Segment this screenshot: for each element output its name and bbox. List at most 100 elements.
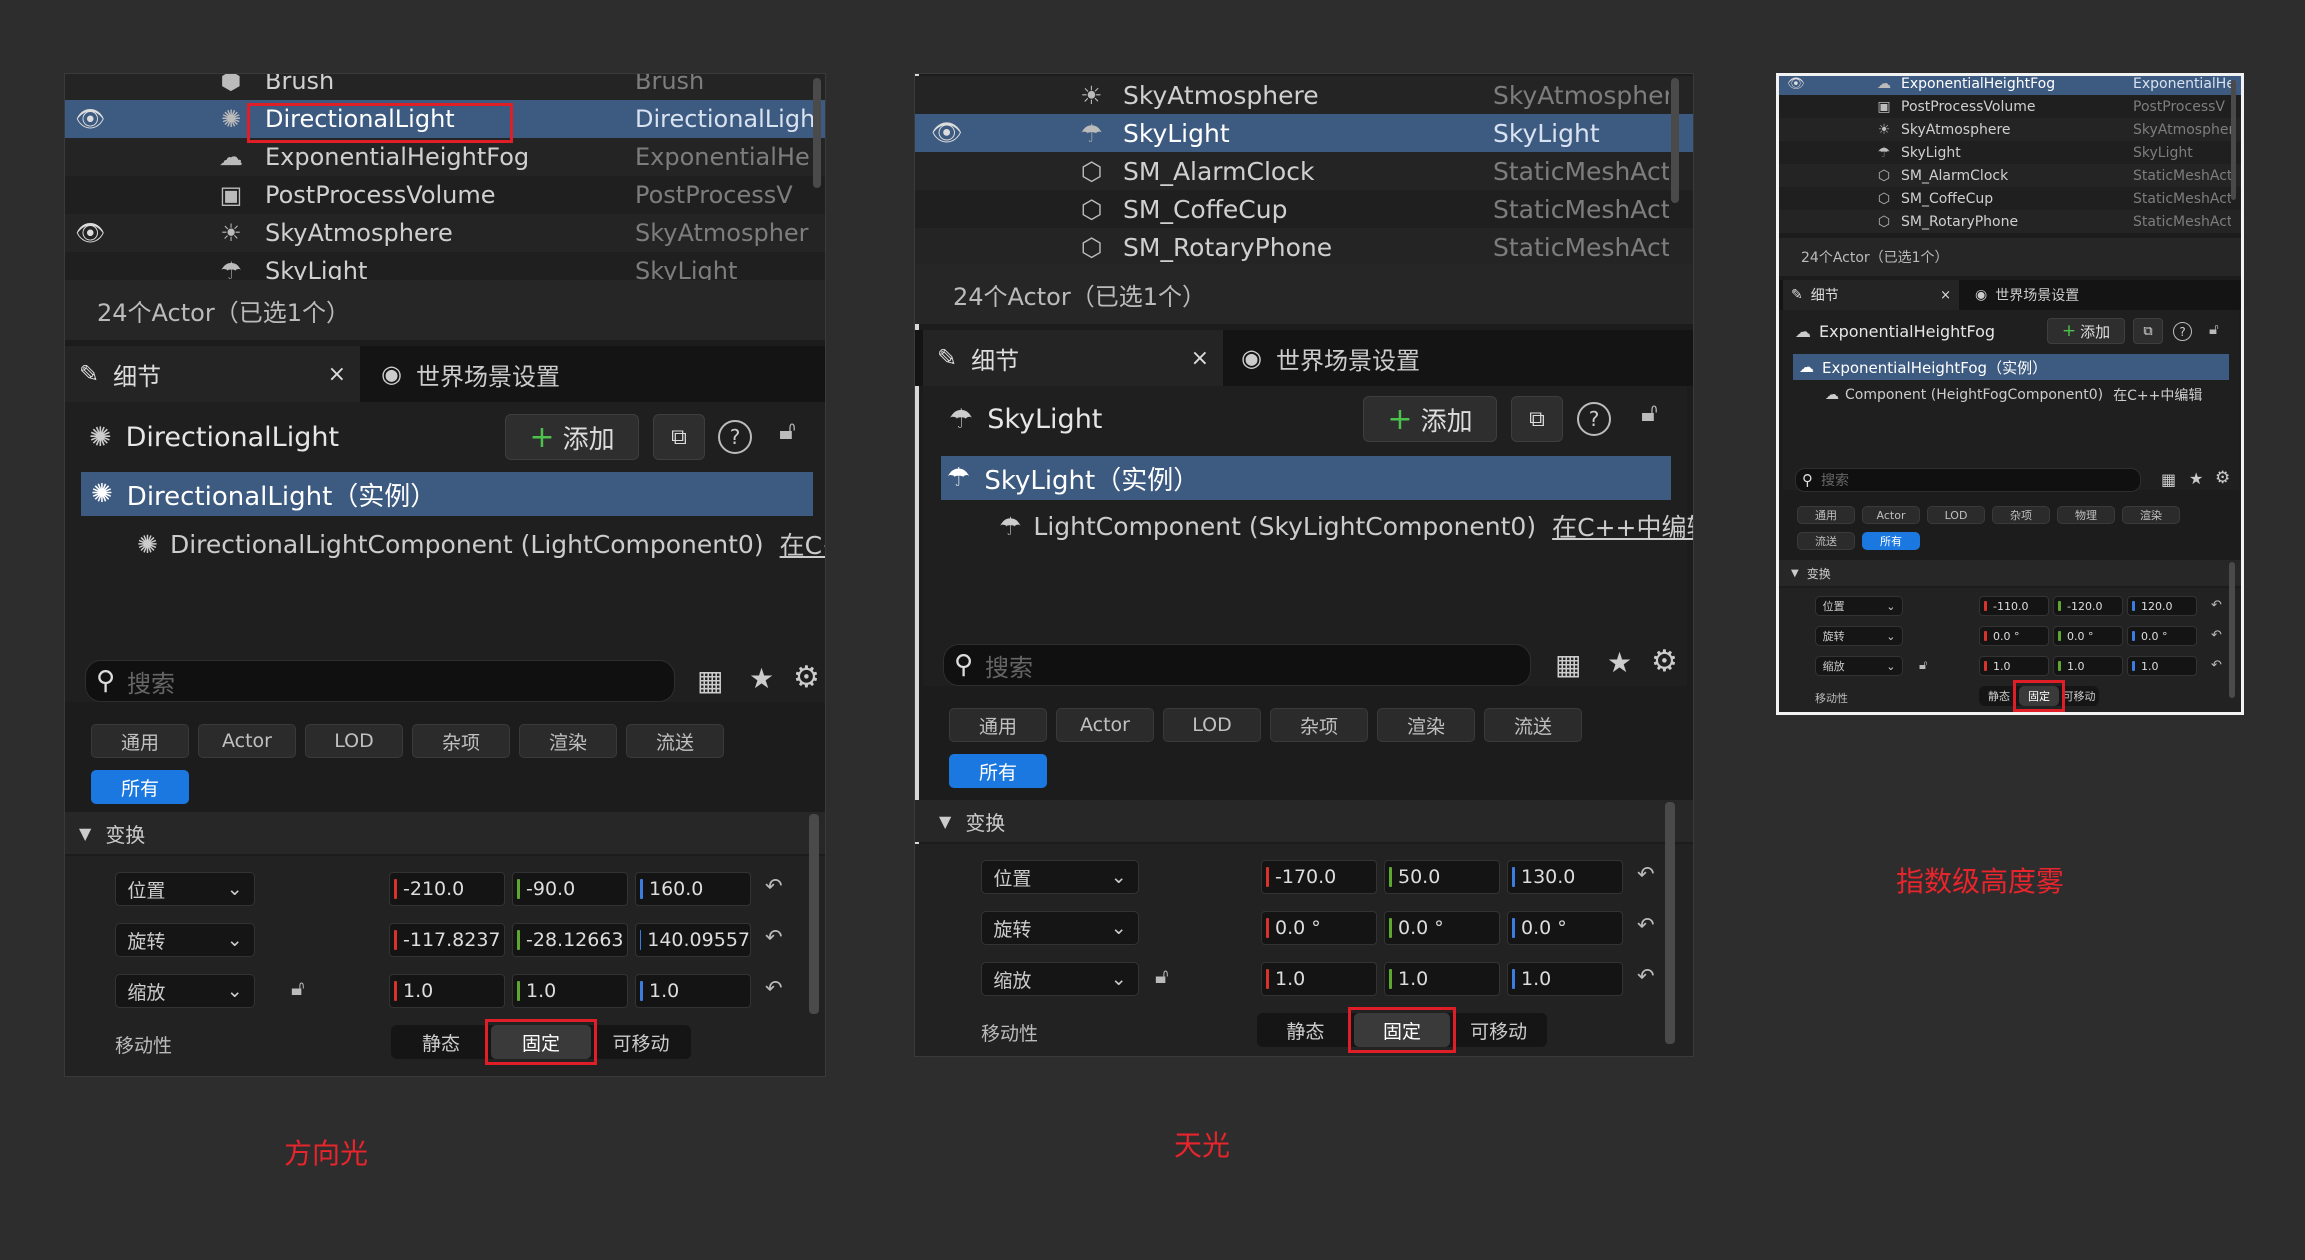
edit-cpp-link[interactable]: 在C++ [780,526,825,562]
filter-all[interactable]: 所有 [949,754,1047,788]
outliner-row[interactable]: ☀ SkyAtmosphere SkyAtmospher [1779,118,2241,141]
help-icon[interactable]: ? [2173,322,2192,341]
filter-chip[interactable]: 渲染 [2122,506,2180,524]
edit-cpp-link[interactable]: 在C++中编辑 [1552,508,1693,544]
scale-y-field[interactable]: 1.0 [512,974,628,1008]
filter-chip[interactable]: LOD [1163,708,1261,742]
scale-z-field[interactable]: 1.0 [2127,656,2197,676]
tab-world-settings[interactable]: ◉ 世界场景设置 [1241,330,1420,386]
outliner-row[interactable]: 👁︎ ☁ ExponentialHeightFog ExponentialHe [1779,76,2241,95]
reset-icon[interactable]: ↶ [765,976,783,1000]
location-dropdown[interactable]: 位置 ⌄ [115,872,255,906]
close-icon[interactable]: × [1191,346,1209,371]
filter-chip[interactable]: 渲染 [519,724,617,758]
outliner-row[interactable]: ⬡ SM_RotaryPhone StaticMeshAct [915,228,1693,266]
reset-icon[interactable]: ↶ [2211,628,2222,643]
gear-icon[interactable]: ⚙ [1651,644,1678,679]
component-row[interactable]: ☂ LightComponent (SkyLightComponent0) 在C… [999,504,1693,548]
lock-icon[interactable]: 🔓︎ [1641,398,1658,429]
reset-icon[interactable]: ↶ [765,925,783,949]
tab-details[interactable]: ✎ 细节 × [65,346,360,402]
lock-icon[interactable]: 🔓︎ [291,976,305,1001]
component-row[interactable]: ✺ DirectionalLightComponent (LightCompon… [137,522,825,566]
scale-z-field[interactable]: 1.0 [635,974,751,1008]
location-z-field[interactable]: 160.0 [635,872,751,906]
add-button[interactable]: + 添加 [1363,396,1497,442]
outliner-row[interactable]: 👁︎ ☀ SkyAtmosphere SkyAtmospher [65,214,825,252]
filter-chip[interactable]: Actor [1862,506,1920,524]
close-icon[interactable]: × [1940,288,1951,303]
tab-details[interactable]: ✎ 细节 × [1783,280,1959,310]
filter-chip[interactable]: LOD [1927,506,1985,524]
rotation-z-field[interactable]: 0.0 ° [2127,626,2197,646]
rotation-x-field[interactable]: 0.0 ° [1261,911,1377,945]
lock-icon[interactable]: 🔓︎ [1155,964,1169,989]
rotation-dropdown[interactable]: 旋转 ⌄ [115,923,255,957]
outliner-row[interactable]: ⬡ SM_RotaryPhone StaticMeshAct [1779,210,2241,233]
scale-z-field[interactable]: 1.0 [1507,962,1623,996]
close-icon[interactable]: × [328,362,346,387]
filter-chip[interactable]: 杂项 [412,724,510,758]
reset-icon[interactable]: ↶ [1637,913,1655,937]
add-button[interactable]: + 添加 [505,414,639,460]
reset-icon[interactable]: ↶ [765,874,783,898]
mobility-option[interactable]: 静态 [1257,1013,1354,1047]
rotation-y-field[interactable]: 0.0 ° [2053,626,2123,646]
search-input[interactable]: ⚲ 搜索 [85,660,675,702]
mobility-option[interactable]: 可移动 [591,1025,691,1059]
tab-world-settings[interactable]: ◉ 世界场景设置 [381,346,560,402]
location-y-field[interactable]: -90.0 [512,872,628,906]
outliner-row[interactable]: ⬢ Brush Brush [65,74,825,100]
transform-section-header[interactable]: ▼ 变换 [915,800,1693,842]
outliner-row[interactable]: ▣ PostProcessVolume PostProcessV [65,176,825,214]
tab-details[interactable]: ✎ 细节 × [923,330,1223,386]
scale-dropdown[interactable]: 缩放 ⌄ [1815,656,1903,676]
filter-chip[interactable]: 杂项 [1992,506,2050,524]
eye-icon[interactable]: 👁︎ [75,105,105,133]
rotation-x-field[interactable]: -117.8237 [389,923,505,957]
eye-icon[interactable]: 👁︎ [931,118,963,148]
eye-icon[interactable]: 👁︎ [75,219,105,247]
scale-x-field[interactable]: 1.0 [389,974,505,1008]
outliner-row[interactable]: ☂ SkyLight SkyLight [1779,141,2241,164]
outliner-scrollbar[interactable] [2231,80,2236,200]
filter-chip[interactable]: 通用 [91,724,189,758]
filter-chip[interactable]: Actor [198,724,296,758]
rotation-x-field[interactable]: 0.0 ° [1979,626,2049,646]
scale-dropdown[interactable]: 缩放 ⌄ [981,962,1139,996]
filter-chip[interactable]: 物理 [2057,506,2115,524]
scale-x-field[interactable]: 1.0 [1979,656,2049,676]
instance-row[interactable]: ✺ DirectionalLight（实例） [81,472,813,516]
rotation-z-field[interactable]: 140.09557 [635,923,751,957]
lock-icon[interactable]: 🔓︎ [779,416,796,447]
location-dropdown[interactable]: 位置 ⌄ [1815,596,1903,616]
help-icon[interactable]: ? [718,420,752,454]
location-y-field[interactable]: 50.0 [1384,860,1500,894]
rotation-y-field[interactable]: 0.0 ° [1384,911,1500,945]
star-icon[interactable]: ★ [749,662,774,695]
outliner-row[interactable]: ☀ SkyAtmosphere SkyAtmospher [915,76,1693,114]
instance-row[interactable]: ☁ ExponentialHeightFog（实例） [1793,354,2229,380]
reset-icon[interactable]: ↶ [2211,658,2222,673]
table-view-icon[interactable]: ▦ [697,664,723,697]
location-dropdown[interactable]: 位置 ⌄ [981,860,1139,894]
location-x-field[interactable]: -110.0 [1979,596,2049,616]
outliner-scrollbar[interactable] [1671,78,1679,203]
filter-chip[interactable]: LOD [305,724,403,758]
outliner-row[interactable]: ⬡ SM_CoffeCup StaticMeshAct [1779,187,2241,210]
search-input[interactable]: ⚲ 搜索 [943,644,1531,686]
location-z-field[interactable]: 120.0 [2127,596,2197,616]
gear-icon[interactable]: ⚙ [2215,468,2230,488]
rotation-y-field[interactable]: -28.12663 [512,923,628,957]
filter-all[interactable]: 所有 [1862,532,1920,550]
location-z-field[interactable]: 130.0 [1507,860,1623,894]
outliner-row[interactable]: 👁︎ ☂ SkyLight SkyLight [915,114,1693,152]
outliner-row[interactable]: ⬡ SM_AlarmClock StaticMeshAct [1779,164,2241,187]
location-y-field[interactable]: -120.0 [2053,596,2123,616]
filter-chip[interactable]: 渲染 [1377,708,1475,742]
table-view-icon[interactable]: ▦ [2161,470,2176,489]
help-icon[interactable]: ? [1577,402,1611,436]
blueprint-button[interactable]: ⧉ [2133,318,2163,344]
scale-x-field[interactable]: 1.0 [1261,962,1377,996]
lock-icon[interactable]: 🔓︎ [2209,320,2219,338]
